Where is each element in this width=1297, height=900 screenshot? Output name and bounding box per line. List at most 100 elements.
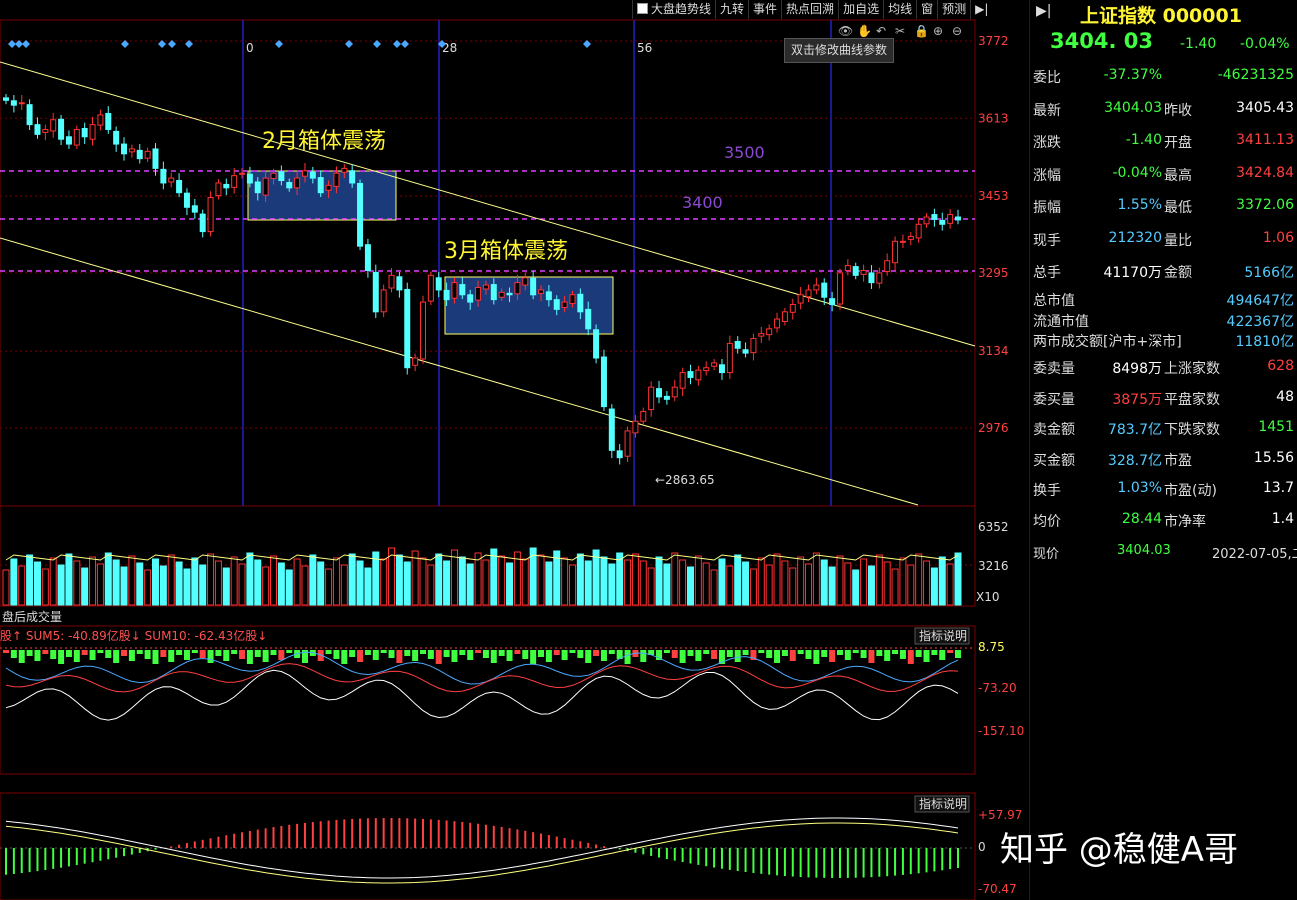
signal-diamond-icon [373,40,381,48]
toolbar-item-7[interactable]: 预测 [937,0,970,19]
candle-body [89,124,96,140]
row-label-2: 最高 [1164,167,1192,184]
volume-bar [207,553,215,606]
toolbar-item-1[interactable]: 九转 [715,0,748,19]
volume-bar [663,563,671,606]
ind1-bar [81,650,88,655]
row-value-2: 1.06 [1262,229,1294,246]
candle-body [561,301,568,308]
volume-bar [81,567,89,606]
candle-body [829,298,836,306]
volume-bar [600,556,608,606]
candle-body [65,136,72,145]
candle-body [742,349,749,354]
candle-body [459,284,466,296]
volume-bar [317,561,325,606]
toolbar-item-4[interactable]: 加自选 [838,0,883,19]
candle-body [656,388,663,398]
ind1-bar [65,650,72,657]
ind1-bar [530,650,537,664]
volume-bar [498,555,506,606]
volume-bar [797,556,805,606]
candle-body [939,219,946,225]
row-label-2: 下跌家数 [1164,422,1220,438]
ind1-bar [522,650,529,659]
candle-body [50,119,57,132]
market-label: 流通市值 [1033,313,1089,330]
candle-body [663,395,670,400]
breadth-row: 换手 1.03% 市盈(动) 13.7 [1030,474,1297,505]
candle-body [766,328,773,336]
volume-bar [812,552,820,606]
volume-bar [285,569,293,606]
ind1-bar [459,650,466,655]
volume-bar [734,554,742,606]
ind1-bar [734,650,741,662]
candle-body [648,386,655,411]
price-line: 3404. 03 -1.40 -0.04% [1030,27,1297,57]
toolbar-label: 窗 [921,2,934,16]
volume-bar [686,566,694,606]
quote-row: 最新 3404.03 昨收 3405.43 [1030,94,1297,125]
row-label-2: 上涨家数 [1164,361,1220,377]
candle-body [947,214,954,224]
ind1-bar [467,650,474,660]
candle-body [907,235,914,240]
row-value: -37.37% [1103,67,1162,83]
ind1-bar [341,650,348,664]
tool-icon: ⊕ [933,24,943,38]
candle-body [553,299,560,310]
candle-body [223,183,230,189]
candle-body [797,294,804,304]
watermark: 知乎 @稳健A哥 [1000,830,1239,870]
market-row: 流通市值 422367亿 [1030,310,1297,330]
ind1-bar [860,650,867,658]
market-value: 11810亿 [1235,334,1294,350]
row-value-2: 1.4 [1271,510,1294,527]
candle-body [490,284,497,301]
candle-body [813,284,820,291]
candle-body [915,223,922,239]
candle-body [899,240,906,243]
row-value: 28.44 [1121,510,1162,527]
candle-body [545,291,552,301]
candle-body [34,124,41,135]
breadth-row: 委卖量 8498万 上涨家数 628 [1030,352,1297,383]
row-label-2: 市盈 [1164,452,1192,469]
side-arrow-icon[interactable]: ▶| [1036,3,1051,19]
candle-body [585,308,592,330]
row-value-2: 3372.06 [1236,197,1294,213]
toolbar-item-3[interactable]: 热点回溯 [781,0,838,19]
toolbar-item-6[interactable]: 窗 [916,0,937,19]
candle-body [333,172,340,187]
row-value: 783.7亿 [1107,422,1162,438]
toolbar-item-0[interactable]: 大盘趋势线 [632,0,715,19]
candle-body [388,274,395,289]
candle-body [207,197,214,233]
volume-bar [805,563,813,606]
volume-bar [277,562,285,606]
ind1-bar [475,650,482,653]
row-label: 委比 [1033,70,1061,86]
row-label-2: 市净率 [1164,513,1206,530]
price-change: -1.40 [1180,36,1217,52]
volume-bar [946,563,954,606]
toolbar-item-2[interactable]: 事件 [748,0,781,19]
candle-body [608,408,615,451]
checkbox-icon[interactable] [637,3,648,14]
toolbar-item-5[interactable]: 均线 [883,0,916,19]
volume-bar [844,562,852,606]
volume-bar [757,557,765,606]
volume-bar [561,557,569,606]
ind1-bar [10,650,17,658]
collapse-icon[interactable]: ▶| [970,0,992,19]
ind1-bar [364,650,371,655]
ind1-bar [687,650,694,656]
volume-bar [631,553,639,606]
candle-body [624,430,631,457]
candle-body [128,148,135,153]
volume-bar [450,549,458,606]
volume-bar [262,566,270,606]
ind1-bar [270,650,277,655]
tool-icon: 🔒 [914,24,929,38]
